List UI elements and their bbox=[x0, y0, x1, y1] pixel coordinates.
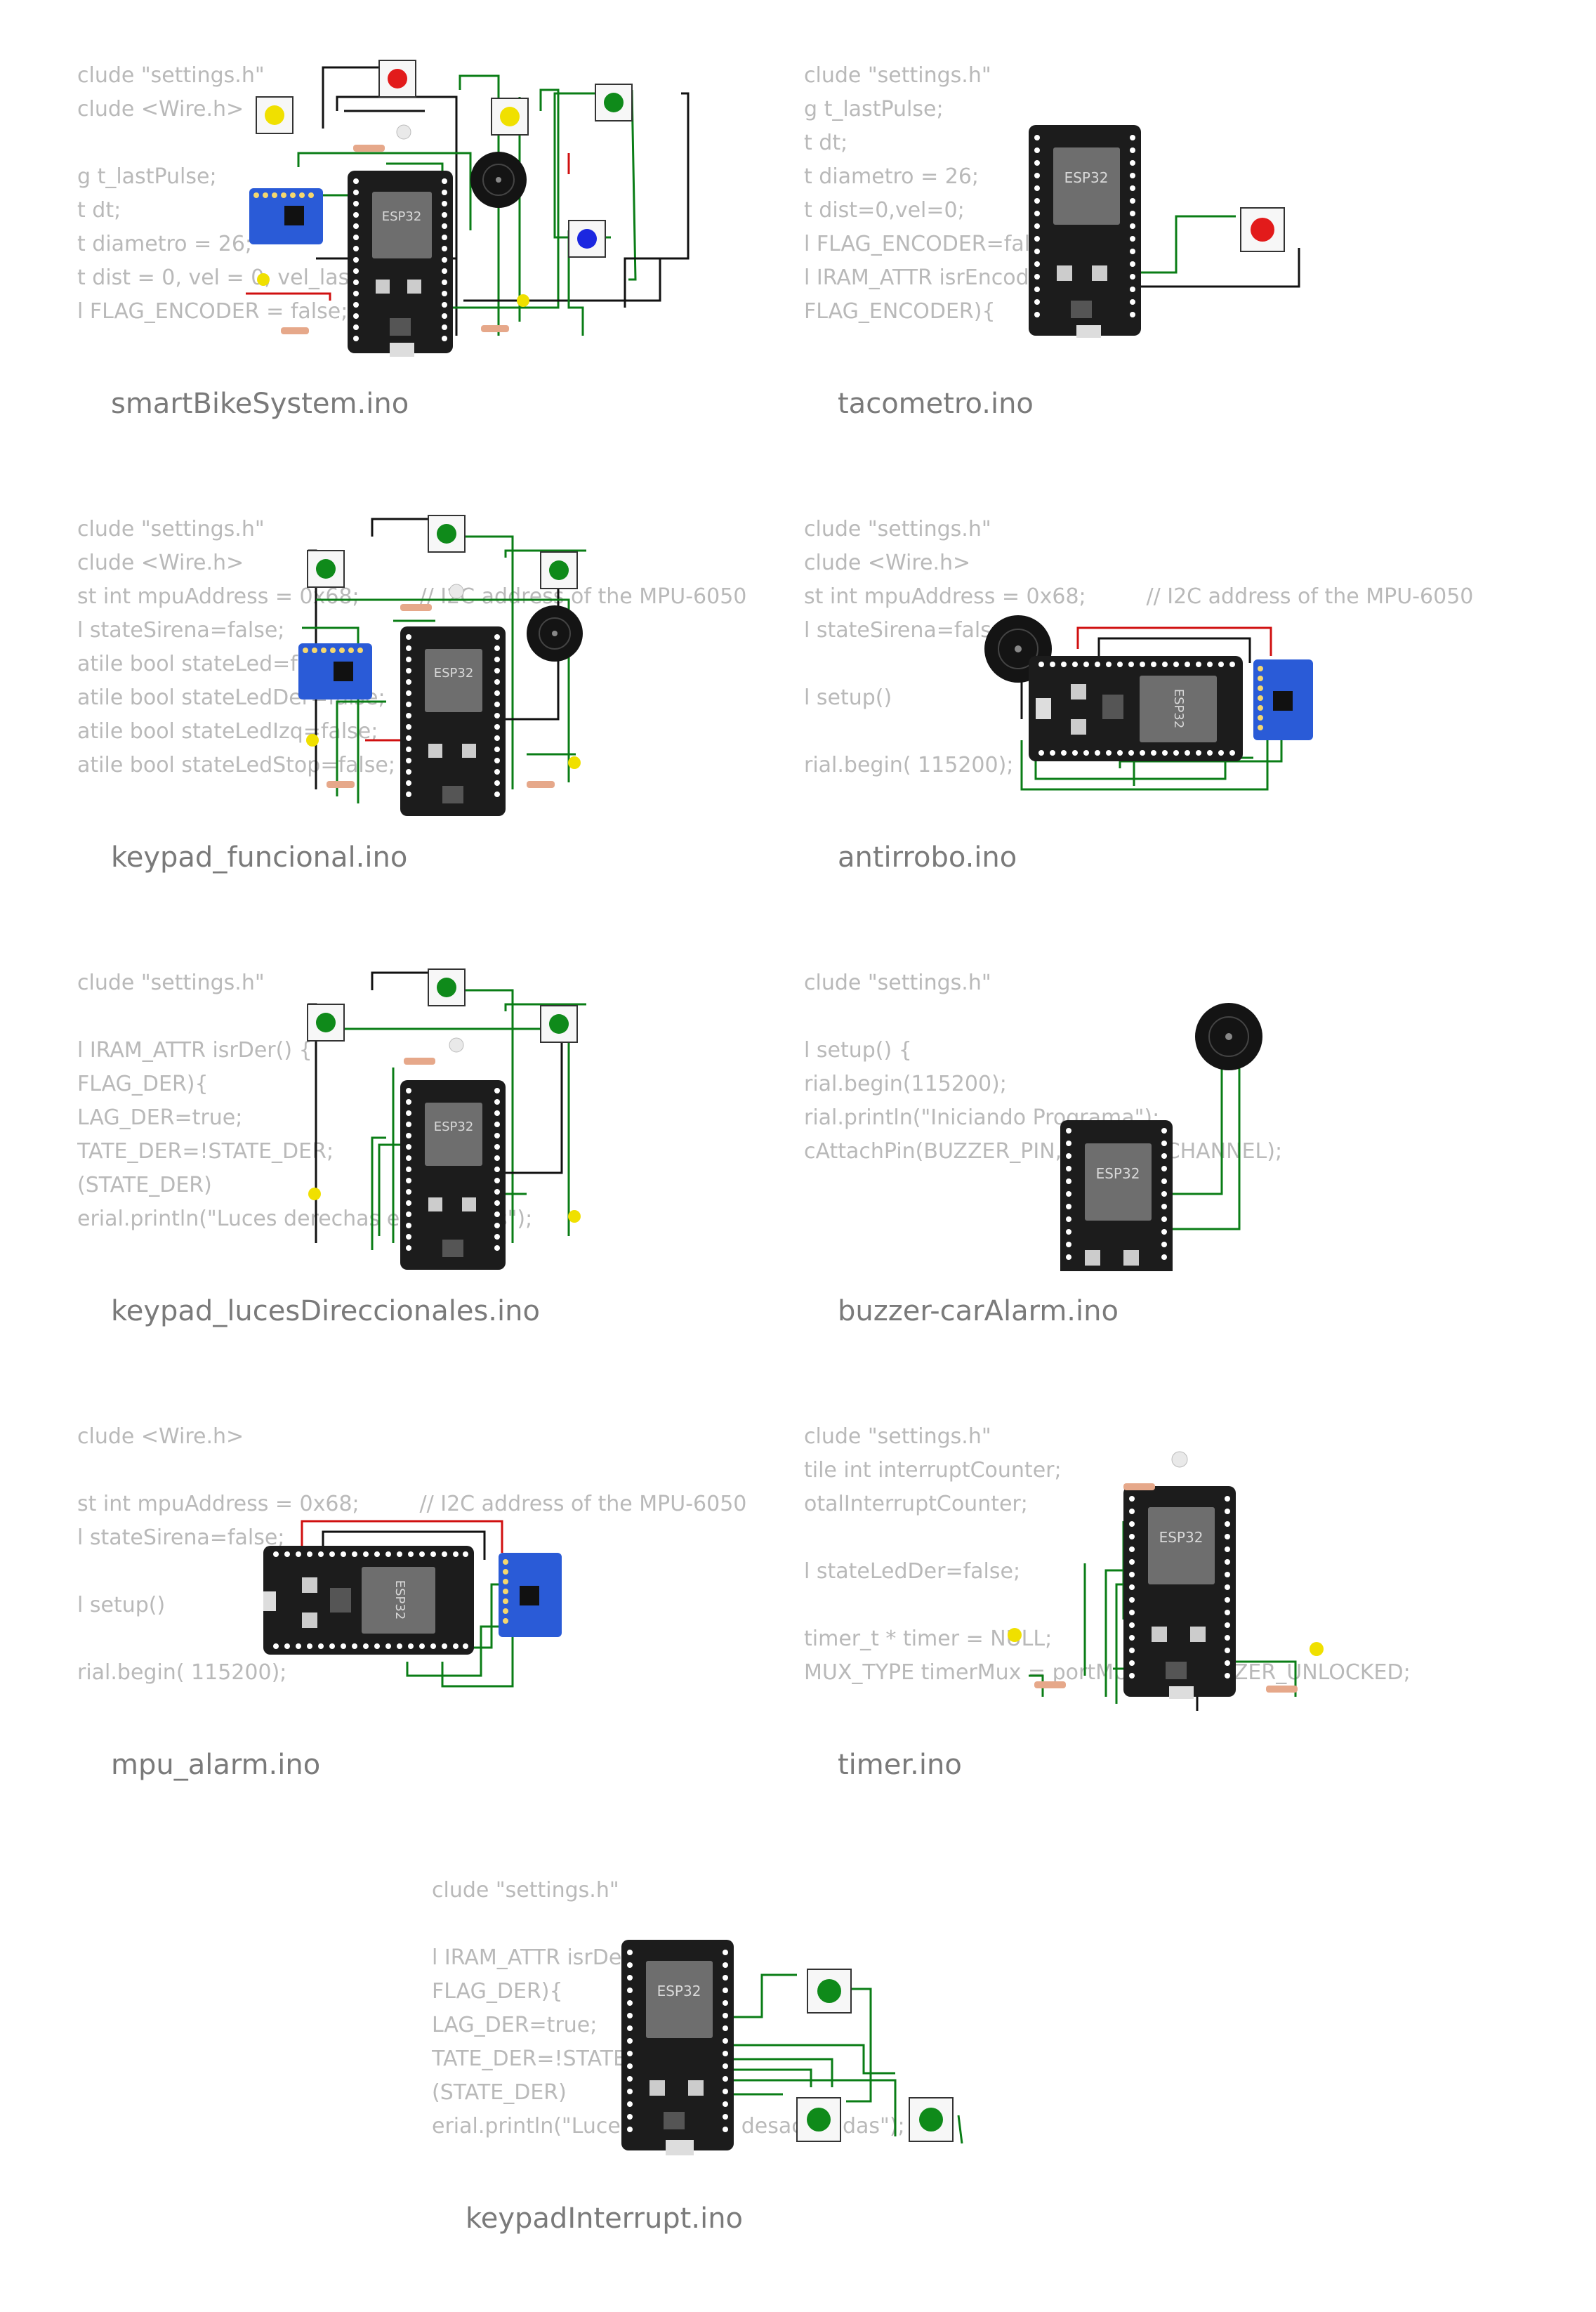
project-card[interactable]: clude "settings.h" l IRAM_ATTR isrDer() … bbox=[77, 962, 786, 1405]
svg-text:ESP32: ESP32 bbox=[434, 666, 474, 681]
circuit-diagram: ESP32 bbox=[1008, 1451, 1324, 1711]
project-title-link[interactable]: keypad_lucesDireccionales.ino bbox=[111, 1295, 540, 1327]
project-card[interactable]: clude "settings.h" l IRAM_ATTR isrDer() … bbox=[432, 1870, 1141, 2312]
project-card[interactable]: clude <Wire.h> st int mpuAddress = 0x68;… bbox=[77, 1416, 786, 1858]
circuit-diagram: ESP32 bbox=[263, 1520, 562, 1688]
svg-text:ESP32: ESP32 bbox=[657, 1983, 701, 1999]
circuit-diagram: ESP32 bbox=[1029, 125, 1300, 338]
project-thumbnail[interactable]: clude "settings.h" clude <Wire.h> g t_la… bbox=[77, 55, 786, 364]
project-title-link[interactable]: antirrobo.ino bbox=[838, 841, 1017, 874]
project-card[interactable]: clude "settings.h" clude <Wire.h> st int… bbox=[77, 508, 786, 951]
project-title-link[interactable]: mpu_alarm.ino bbox=[111, 1749, 320, 1781]
svg-text:ESP32: ESP32 bbox=[1159, 1529, 1203, 1546]
project-card[interactable]: clude "settings.h" tile int interruptCou… bbox=[804, 1416, 1513, 1858]
project-title-link[interactable]: tacometro.ino bbox=[838, 388, 1034, 420]
project-thumbnail[interactable]: clude "settings.h" tile int interruptCou… bbox=[804, 1416, 1513, 1725]
project-title-link[interactable]: keypadInterrupt.ino bbox=[466, 2202, 743, 2235]
circuit-diagram: ESP32 bbox=[984, 615, 1313, 791]
svg-text:ESP32: ESP32 bbox=[1064, 169, 1109, 186]
project-thumbnail[interactable]: clude "settings.h" clude <Wire.h> st int… bbox=[77, 508, 786, 817]
project-title-link[interactable]: timer.ino bbox=[838, 1749, 962, 1781]
svg-text:ESP32: ESP32 bbox=[393, 1580, 407, 1620]
project-thumbnail[interactable]: clude "settings.h" g t_lastPulse; t dt; … bbox=[804, 55, 1513, 364]
svg-text:ESP32: ESP32 bbox=[382, 209, 422, 224]
circuit-diagram: ESP32 bbox=[621, 1940, 963, 2155]
circuit-diagram: ESP32 bbox=[307, 968, 586, 1270]
project-thumbnail[interactable]: clude "settings.h" l setup() { rial.begi… bbox=[804, 962, 1513, 1271]
project-card[interactable]: clude "settings.h" clude <Wire.h> st int… bbox=[804, 508, 1513, 951]
svg-text:ESP32: ESP32 bbox=[1171, 689, 1186, 729]
project-thumbnail[interactable]: clude "settings.h" l IRAM_ATTR isrDer() … bbox=[77, 962, 786, 1271]
project-title-link[interactable]: smartBikeSystem.ino bbox=[111, 388, 409, 420]
circuit-diagram: ESP32 bbox=[298, 515, 586, 816]
project-thumbnail[interactable]: clude <Wire.h> st int mpuAddress = 0x68;… bbox=[77, 1416, 786, 1725]
circuit-diagram: ESP32 bbox=[1060, 1003, 1262, 1271]
project-title-link[interactable]: buzzer-carAlarm.ino bbox=[838, 1295, 1119, 1327]
project-title-link[interactable]: keypad_funcional.ino bbox=[111, 841, 407, 874]
svg-text:ESP32: ESP32 bbox=[434, 1119, 474, 1134]
svg-text:ESP32: ESP32 bbox=[1096, 1165, 1140, 1182]
project-card[interactable]: clude "settings.h" clude <Wire.h> g t_la… bbox=[77, 55, 786, 497]
project-thumbnail[interactable]: clude "settings.h" clude <Wire.h> st int… bbox=[804, 508, 1513, 817]
project-card[interactable]: clude "settings.h" l setup() { rial.begi… bbox=[804, 962, 1513, 1405]
circuit-diagram: ESP32 bbox=[246, 60, 690, 357]
project-card[interactable]: clude "settings.h" g t_lastPulse; t dt; … bbox=[804, 55, 1513, 497]
project-thumbnail[interactable]: clude "settings.h" l IRAM_ATTR isrDer() … bbox=[432, 1870, 1141, 2179]
